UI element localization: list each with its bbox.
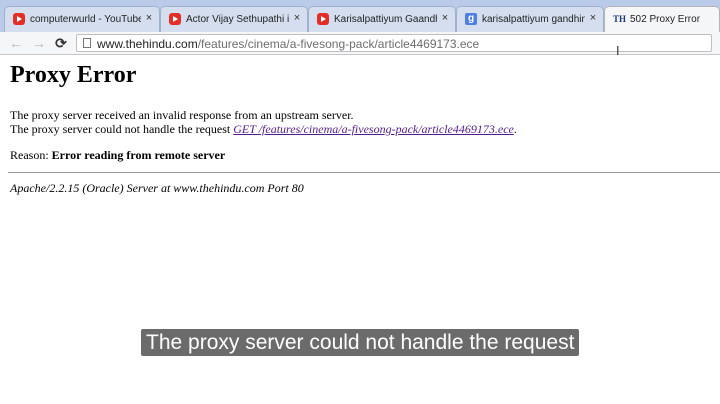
reload-icon[interactable]: ⟳ [52, 34, 70, 52]
back-arrow-icon[interactable]: ← [7, 34, 25, 52]
close-tab-icon[interactable]: × [439, 11, 451, 25]
error-reason: Reason: Error reading from remote server [10, 148, 225, 163]
youtube-icon [317, 13, 329, 25]
error-line-2-suffix: . [513, 122, 517, 136]
tab-title: karisalpattiyum gandhina [482, 14, 585, 25]
divider [8, 172, 720, 173]
error-line-1: The proxy server received an invalid res… [10, 108, 354, 122]
tab-title: 502 Proxy Error [630, 14, 701, 25]
tab-strip: computerwurld - YouTube × Actor Vijay Se… [0, 0, 720, 32]
page-title: Proxy Error [10, 62, 137, 88]
browser-toolbar: ← → ⟳ www.thehindu.com/features/cinema/a… [0, 32, 720, 55]
the-hindu-icon: TH [613, 14, 627, 24]
youtube-icon [13, 13, 25, 25]
tab-title: computerwurld - YouTube [30, 14, 141, 25]
request-link[interactable]: GET /features/cinema/a-fivesong-pack/art… [233, 122, 514, 136]
url-path: /features/cinema/a-fivesong-pack/article… [197, 37, 480, 51]
youtube-icon [169, 13, 181, 25]
tab-title: Actor Vijay Sethupathi is g [186, 14, 289, 25]
close-tab-icon[interactable]: × [143, 11, 155, 25]
page-icon [83, 38, 91, 48]
text-cursor-icon: I [616, 44, 620, 58]
url-domain: www.thehindu.com [97, 37, 198, 51]
server-signature: Apache/2.2.15 (Oracle) Server at www.the… [10, 181, 304, 195]
reason-label: Reason: [10, 148, 52, 162]
tab-google-search[interactable]: g karisalpattiyum gandhina × [456, 6, 604, 32]
close-tab-icon[interactable]: × [291, 11, 303, 25]
google-icon: g [465, 13, 477, 25]
video-subtitle: The proxy server could not handle the re… [141, 329, 580, 356]
close-tab-icon[interactable]: × [587, 11, 599, 25]
tab-502-proxy-error[interactable]: TH 502 Proxy Error [604, 6, 720, 32]
reason-text: Error reading from remote server [51, 148, 226, 162]
tab-computerwurld[interactable]: computerwurld - YouTube × [4, 6, 160, 32]
tab-karisalpattiyum-gaandhi[interactable]: Karisalpattiyum Gaandhi × [308, 6, 456, 32]
error-line-2-prefix: The proxy server could not handle the re… [10, 122, 234, 136]
forward-arrow-icon[interactable]: → [30, 34, 48, 52]
error-message: The proxy server received an invalid res… [10, 108, 517, 136]
url-text[interactable]: www.thehindu.com/features/cinema/a-fives… [97, 37, 479, 51]
tab-title: Karisalpattiyum Gaandhi [334, 14, 437, 25]
tab-actor-vijay[interactable]: Actor Vijay Sethupathi is g × [160, 6, 308, 32]
